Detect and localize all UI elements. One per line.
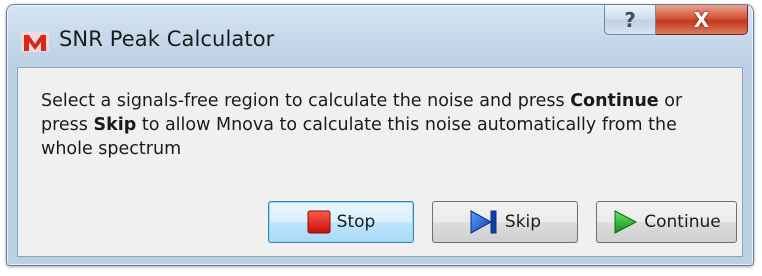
close-button[interactable]: X xyxy=(656,5,748,35)
message-continue-word: Continue xyxy=(570,91,659,111)
play-arrow-icon xyxy=(614,210,638,234)
close-icon: X xyxy=(693,7,710,32)
stop-square-icon xyxy=(307,210,331,234)
help-icon: ? xyxy=(624,7,636,32)
instruction-text: Select a signals-free region to calculat… xyxy=(41,89,731,161)
continue-button-label: Continue xyxy=(644,212,721,232)
stop-button[interactable]: Stop xyxy=(268,201,414,243)
window-title: SNR Peak Calculator xyxy=(59,27,275,51)
message-skip-word: Skip xyxy=(93,115,137,135)
skip-forward-icon xyxy=(470,210,497,234)
help-button[interactable]: ? xyxy=(604,5,656,35)
dialog-body: Select a signals-free region to calculat… xyxy=(17,67,743,257)
mnova-logo-icon xyxy=(21,32,49,52)
title-bar[interactable]: SNR Peak Calculator ? X xyxy=(7,5,753,67)
message-part-3: to allow Mnova to calculate this noise a… xyxy=(41,115,677,159)
stop-button-label: Stop xyxy=(336,212,376,232)
continue-button[interactable]: Continue xyxy=(596,201,737,243)
dialog-window: SNR Peak Calculator ? X Select a signals… xyxy=(6,4,754,266)
message-part-1: Select a signals-free region to calculat… xyxy=(41,91,571,111)
skip-button-label: Skip xyxy=(504,212,542,232)
skip-button[interactable]: Skip xyxy=(432,201,578,243)
caption-buttons: ? X xyxy=(604,5,748,37)
